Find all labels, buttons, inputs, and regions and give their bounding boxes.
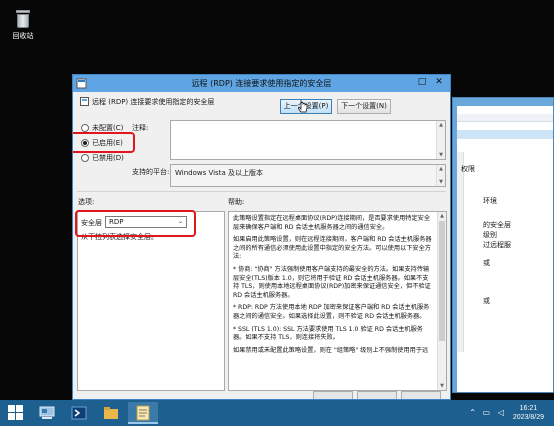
folder-icon (104, 407, 118, 419)
bg-text: 或 (483, 259, 490, 267)
taskbar-group-policy-editor[interactable] (128, 402, 158, 424)
windows-logo-icon (8, 405, 15, 412)
bg-text: 级别 (483, 231, 497, 239)
bg-text: 环境 (483, 197, 497, 205)
options-pane: 安全层 RDP ⌄ 从下拉列表选择安全层。 (77, 211, 225, 391)
volume-icon[interactable]: ◁ (498, 408, 504, 417)
setting-name: 远程 (RDP) 连接要求使用指定的安全层 (92, 98, 215, 106)
title-bar[interactable]: 远程 (RDP) 连接要求使用指定的安全层 □ ✕ (73, 75, 450, 92)
options-label: 选项: (78, 198, 95, 206)
bg-text: 或 (483, 297, 490, 305)
radio-label: 已禁用(D) (92, 154, 124, 162)
start-button[interactable] (8, 405, 24, 421)
scroll-down-icon[interactable]: ▼ (438, 179, 444, 185)
cancel-button[interactable] (357, 391, 397, 399)
powershell-icon (71, 406, 87, 420)
network-icon[interactable]: ▭ (482, 408, 490, 417)
scroll-up-icon[interactable]: ▲ (438, 166, 444, 172)
scroll-up-icon[interactable]: ▲ (439, 213, 445, 219)
radio-dot (81, 124, 89, 132)
section-divider (77, 191, 446, 192)
policy-setting-dialog: 远程 (RDP) 连接要求使用指定的安全层 □ ✕ 远程 (RDP) 连接要求使… (72, 74, 451, 400)
help-label: 帮助: (228, 198, 245, 206)
clock-time: 16:21 (519, 405, 538, 412)
comment-textarea[interactable]: ▲ ▼ (170, 120, 446, 160)
help-scrollbar[interactable]: ▲ ▼ (437, 212, 446, 390)
platform-value: Windows Vista 及以上版本 (175, 169, 263, 177)
policy-editor-icon (136, 405, 150, 421)
bg-text: 权限 (461, 165, 475, 173)
platform-field: Windows Vista 及以上版本 ▲ ▼ (170, 164, 446, 187)
help-paragraph: 如果禁用或未配置此策略设置，则在 "组策略" 级别上不强制使用用于远 (233, 346, 429, 354)
help-paragraph: 此策略设置指定在远程桌面协议(RDP)连接期间，是否要求使用特定安全层来确保客户… (233, 215, 431, 231)
scroll-down-icon[interactable]: ▼ (439, 383, 445, 389)
server-manager-icon (39, 406, 55, 419)
dialog-buttons (313, 391, 443, 399)
maximize-button[interactable]: □ (414, 76, 430, 89)
taskbar-powershell[interactable] (64, 402, 94, 424)
taskbar-file-explorer[interactable] (96, 402, 126, 424)
taskbar: ⌃ ▭ ◁ 16:21 2023/8/29 (0, 400, 554, 426)
help-paragraph: 如果启用此策略设置，则在远程连接期间，客户端和 RD 会话主机服务器之间的所有通… (233, 236, 432, 261)
bg-text: 过远程服 (483, 241, 511, 249)
bg-text: 的安全层 (483, 221, 511, 229)
highlight-security-layer (75, 210, 196, 237)
highlight-enabled (73, 132, 135, 153)
dialog-title: 远程 (RDP) 连接要求使用指定的安全层 (191, 79, 332, 88)
help-paragraph: * RDP: RDP 方法使用本地 RDP 加密来保证客户端和 RD 会话主机服… (233, 304, 430, 320)
help-pane: 此策略设置指定在远程桌面协议(RDP)连接期间，是否要求使用特定安全层来确保客户… (228, 211, 447, 391)
close-button[interactable]: ✕ (431, 76, 447, 89)
scroll-thumb[interactable] (439, 221, 445, 341)
desktop: 回收站 R2 权限 环境 的安全层 级别 过远程服 或 或 远程 (RDP) 连… (0, 0, 554, 400)
platform-scrollbar[interactable]: ▲ ▼ (436, 165, 445, 186)
recycle-bin-label: 回收站 (12, 32, 34, 40)
comment-label: 注释: (132, 124, 149, 132)
help-paragraph: * 协商: "协商" 方法强制使用客户端支持的最安全的方法。如果支持传输层安全(… (233, 265, 431, 299)
taskbar-server-manager[interactable] (32, 402, 62, 424)
scroll-down-icon[interactable]: ▼ (438, 152, 444, 158)
tray-expand-icon[interactable]: ⌃ (469, 408, 476, 417)
apply-button[interactable] (401, 391, 441, 399)
scroll-up-icon[interactable]: ▲ (438, 122, 444, 128)
ok-button[interactable] (313, 391, 353, 399)
recycle-bin[interactable]: 回收站 (6, 10, 40, 41)
background-window-content: 权限 环境 的安全层 级别 过远程服 或 或 (457, 106, 553, 392)
mouse-cursor-icon (298, 100, 308, 113)
setting-icon (80, 97, 89, 106)
next-setting-button[interactable]: 下一个设置(N) (337, 99, 391, 114)
platform-label: 支持的平台: (132, 168, 170, 176)
recycle-bin-icon (15, 10, 31, 28)
radio-dot (81, 154, 89, 162)
clock-date: 2023/8/29 (512, 414, 544, 421)
background-window[interactable]: 权限 环境 的安全层 级别 过远程服 或 或 (452, 97, 554, 393)
help-paragraph: * SSL (TLS 1.0): SSL 方法要求使用 TLS 1.0 验证 R… (233, 325, 423, 342)
help-text: 此策略设置指定在远程桌面协议(RDP)连接期间，是否要求使用特定安全层来确保客户… (233, 215, 434, 359)
clock[interactable]: 16:21 2023/8/29 (513, 404, 544, 422)
comment-scrollbar[interactable]: ▲ ▼ (436, 121, 445, 159)
radio-disabled[interactable]: 已禁用(D) (81, 153, 124, 163)
